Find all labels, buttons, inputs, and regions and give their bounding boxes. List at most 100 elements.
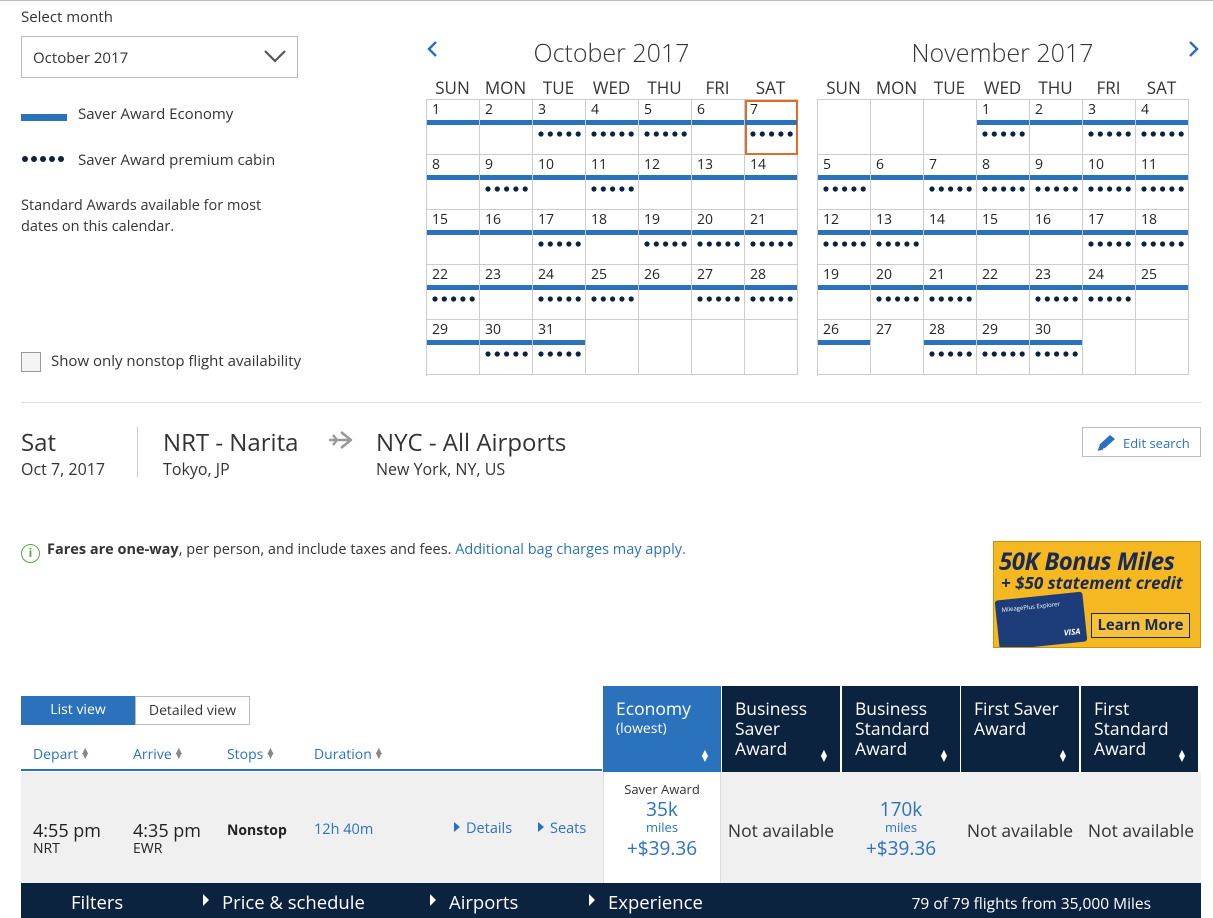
day-number: 26 bbox=[644, 265, 661, 284]
calendar-day-cell[interactable]: 14 bbox=[924, 210, 977, 265]
sort-arrive[interactable]: Arrive ▲ ▼ bbox=[133, 745, 182, 764]
saver-economy-bar bbox=[480, 175, 532, 180]
calendar-day-cell[interactable]: 17 bbox=[1083, 210, 1136, 265]
calendar-day-cell[interactable]: 7 bbox=[745, 100, 798, 155]
calendar-day-cell[interactable]: 30 bbox=[1030, 320, 1083, 375]
calendar-day-cell[interactable]: 12 bbox=[818, 210, 871, 265]
calendar-day-cell[interactable]: 14 bbox=[745, 155, 798, 210]
sort-stops[interactable]: Stops ▲ ▼ bbox=[227, 745, 273, 764]
calendar-day-cell[interactable]: 6 bbox=[692, 100, 745, 155]
calendar-day-cell[interactable]: 30 bbox=[480, 320, 533, 375]
calendar-day-cell[interactable]: 25 bbox=[1136, 265, 1189, 320]
calendar-day-cell[interactable]: 20 bbox=[871, 265, 924, 320]
calendar-day-cell[interactable]: 31 bbox=[533, 320, 586, 375]
calendar-day-cell[interactable]: 25 bbox=[586, 265, 639, 320]
saver-economy-bar bbox=[586, 285, 638, 290]
column-business-saver[interactable]: Business Saver Award ▲ ▼ bbox=[722, 686, 840, 772]
calendar-day-cell[interactable]: 17 bbox=[533, 210, 586, 265]
nonstop-checkbox[interactable] bbox=[21, 352, 41, 372]
calendar-day-cell[interactable]: 9 bbox=[480, 155, 533, 210]
economy-price-cell[interactable]: Saver Award 35k miles +$39.36 bbox=[603, 772, 721, 883]
column-first-saver[interactable]: First Saver Award ▲ ▼ bbox=[961, 686, 1079, 772]
calendar-day-cell[interactable]: 29 bbox=[977, 320, 1030, 375]
calendar-day-cell[interactable]: 24 bbox=[533, 265, 586, 320]
calendar-day-cell[interactable]: 28 bbox=[745, 265, 798, 320]
sort-duration[interactable]: Duration ▲ ▼ bbox=[314, 745, 382, 764]
calendar-day-cell[interactable]: 22 bbox=[427, 265, 480, 320]
calendar-day-cell[interactable]: 10 bbox=[1083, 155, 1136, 210]
airports-filter[interactable]: Airports bbox=[430, 890, 518, 915]
business-standard-price-cell[interactable]: 170k miles +$39.36 bbox=[842, 772, 960, 883]
calendar-day-cell[interactable]: 15 bbox=[427, 210, 480, 265]
bag-charges-link[interactable]: Additional bag charges may apply. bbox=[455, 540, 686, 559]
calendar-day-cell[interactable]: 2 bbox=[1030, 100, 1083, 155]
calendar-day-cell[interactable]: 19 bbox=[639, 210, 692, 265]
calendar-day-cell[interactable]: 18 bbox=[586, 210, 639, 265]
calendar-day-cell[interactable]: 13 bbox=[871, 210, 924, 265]
column-business-standard[interactable]: Business Standard Award ▲ ▼ bbox=[842, 686, 960, 772]
experience-filter[interactable]: Experience bbox=[589, 890, 703, 915]
calendar-day-cell[interactable]: 16 bbox=[1030, 210, 1083, 265]
saver-economy-bar bbox=[480, 230, 532, 235]
calendar-day-cell[interactable]: 7 bbox=[924, 155, 977, 210]
calendar-day-cell[interactable]: 5 bbox=[639, 100, 692, 155]
calendar-day-cell[interactable]: 2 bbox=[480, 100, 533, 155]
edit-search-button[interactable]: Edit search bbox=[1082, 427, 1201, 457]
calendar-day-cell[interactable]: 21 bbox=[924, 265, 977, 320]
calendar-day-cell[interactable]: 1 bbox=[427, 100, 480, 155]
column-first-standard[interactable]: First Standard Award ▲ ▼ bbox=[1081, 686, 1198, 772]
calendar-day-cell[interactable]: 27 bbox=[871, 320, 924, 375]
premium-cabin-dots-icon bbox=[750, 241, 793, 247]
month-select[interactable]: October 2017 bbox=[21, 36, 298, 78]
calendar-day-cell[interactable]: 29 bbox=[427, 320, 480, 375]
sort-depart[interactable]: Depart ▲ ▼ bbox=[33, 745, 88, 764]
day-number: 6 bbox=[876, 155, 885, 174]
saver-economy-bar bbox=[1136, 230, 1188, 235]
calendar-day-cell[interactable]: 8 bbox=[427, 155, 480, 210]
calendar-day-cell[interactable]: 16 bbox=[480, 210, 533, 265]
calendar-day-cell[interactable]: 3 bbox=[1083, 100, 1136, 155]
calendar-day-cell[interactable]: 3 bbox=[533, 100, 586, 155]
calendar-day-cell[interactable]: 18 bbox=[1136, 210, 1189, 265]
sort-arrows-icon: ▲ ▼ bbox=[1178, 747, 1185, 764]
calendar-day-cell[interactable]: 11 bbox=[1136, 155, 1189, 210]
calendar-day-cell[interactable]: 11 bbox=[586, 155, 639, 210]
column-business-saver-title: Business Saver Award bbox=[735, 697, 808, 761]
calendar-day-cell[interactable]: 4 bbox=[1136, 100, 1189, 155]
detailed-view-tab[interactable]: Detailed view bbox=[135, 696, 250, 725]
calendar-day-cell[interactable]: 5 bbox=[818, 155, 871, 210]
experience-filter-label: Experience bbox=[608, 890, 703, 915]
calendar-day-cell[interactable]: 22 bbox=[977, 265, 1030, 320]
premium-cabin-dots-icon bbox=[538, 296, 581, 302]
calendar-day-cell[interactable]: 10 bbox=[533, 155, 586, 210]
calendar-day-cell[interactable]: 20 bbox=[692, 210, 745, 265]
calendar-day-cell[interactable]: 28 bbox=[924, 320, 977, 375]
calendar-day-cell[interactable]: 24 bbox=[1083, 265, 1136, 320]
calendar-day-cell[interactable]: 1 bbox=[977, 100, 1030, 155]
next-month-chevron-icon[interactable] bbox=[1187, 39, 1201, 59]
calendar-day-cell[interactable]: 26 bbox=[818, 320, 871, 375]
calendar-day-cell[interactable]: 12 bbox=[639, 155, 692, 210]
price-schedule-filter[interactable]: Price & schedule bbox=[203, 890, 365, 915]
sort-arrows-icon: ▲ ▼ bbox=[175, 745, 182, 761]
learn-more-button[interactable]: Learn More bbox=[1091, 613, 1190, 638]
calendar-day-cell[interactable]: 6 bbox=[871, 155, 924, 210]
nonstop-checkbox-label[interactable]: Show only nonstop flight availability bbox=[51, 351, 301, 371]
calendar-day-cell[interactable]: 21 bbox=[745, 210, 798, 265]
calendar-day-cell[interactable]: 4 bbox=[586, 100, 639, 155]
calendar-day-cell[interactable]: 8 bbox=[977, 155, 1030, 210]
column-economy[interactable]: Economy (lowest) ▲ ▼ bbox=[603, 686, 721, 772]
list-view-tab[interactable]: List view bbox=[21, 696, 135, 725]
calendar-day-cell[interactable]: 13 bbox=[692, 155, 745, 210]
calendar-day-cell[interactable]: 15 bbox=[977, 210, 1030, 265]
promo-ad[interactable]: 50K Bonus Miles + $50 statement credit M… bbox=[993, 541, 1201, 648]
calendar-day-cell[interactable]: 26 bbox=[639, 265, 692, 320]
saver-economy-bar bbox=[1030, 175, 1082, 180]
calendar-day-cell[interactable]: 23 bbox=[480, 265, 533, 320]
calendar-day-cell[interactable]: 9 bbox=[1030, 155, 1083, 210]
seats-link[interactable]: Seats bbox=[538, 819, 586, 838]
calendar-day-cell[interactable]: 23 bbox=[1030, 265, 1083, 320]
calendar-day-cell[interactable]: 19 bbox=[818, 265, 871, 320]
details-link[interactable]: Details bbox=[454, 819, 512, 838]
calendar-day-cell[interactable]: 27 bbox=[692, 265, 745, 320]
